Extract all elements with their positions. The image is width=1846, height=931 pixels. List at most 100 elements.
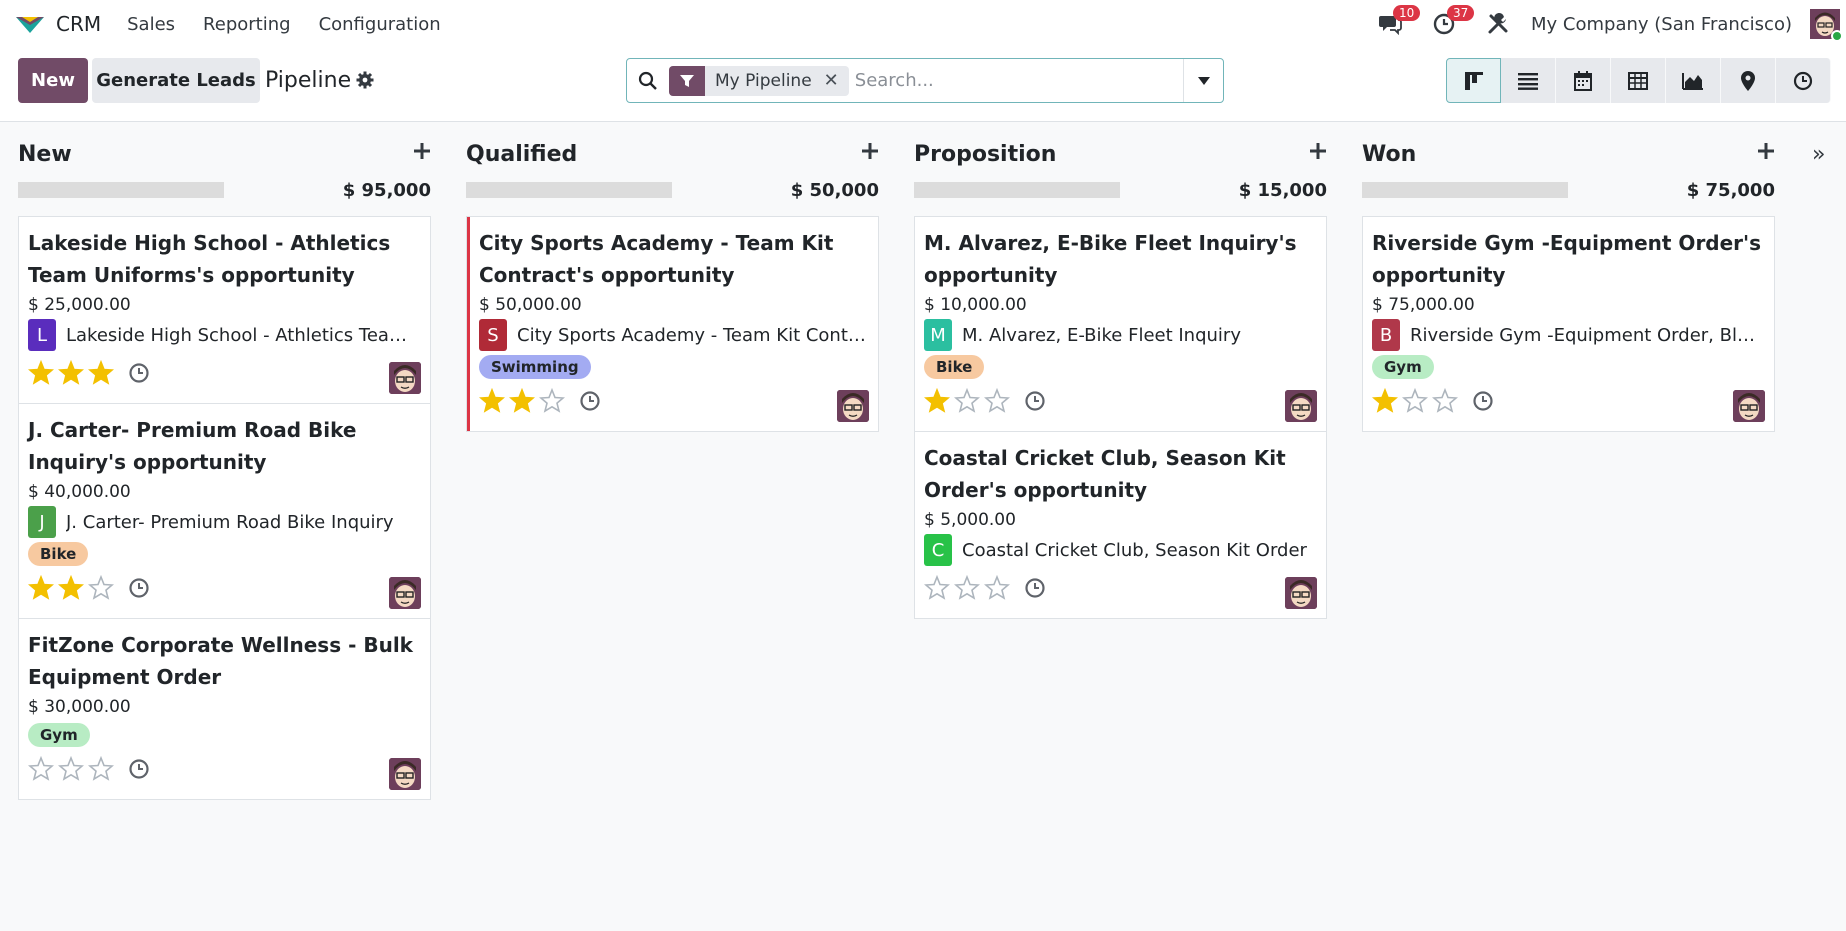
crm-logo-icon[interactable] bbox=[14, 13, 46, 35]
priority-star-icon[interactable] bbox=[984, 388, 1010, 414]
caret-down-icon bbox=[1197, 76, 1210, 85]
salesperson-avatar[interactable] bbox=[1285, 577, 1317, 609]
priority-star-icon[interactable] bbox=[924, 575, 950, 601]
close-icon[interactable]: ✕ bbox=[824, 70, 849, 91]
partner-name: M. Alvarez, E-Bike Fleet Inquiry bbox=[962, 324, 1241, 346]
priority-star-icon[interactable] bbox=[539, 388, 565, 414]
priority-star-icon[interactable] bbox=[1372, 388, 1398, 414]
kanban-view-button[interactable] bbox=[1446, 58, 1501, 103]
add-card-icon[interactable] bbox=[1309, 142, 1327, 160]
activity-view-button[interactable] bbox=[1776, 58, 1831, 103]
column-total: $ 75,000 bbox=[1686, 180, 1775, 201]
column-header: Proposition $ 15,000 bbox=[914, 122, 1327, 201]
column-progress-bar[interactable] bbox=[1362, 182, 1568, 198]
search-options-toggle[interactable] bbox=[1183, 59, 1223, 102]
salesperson-avatar-icon bbox=[389, 577, 421, 609]
column-progress-bar[interactable] bbox=[914, 182, 1120, 198]
search-icon[interactable] bbox=[627, 71, 669, 91]
page-title: Pipeline bbox=[265, 68, 352, 93]
priority-star-icon[interactable] bbox=[984, 575, 1010, 601]
priority-star-icon[interactable] bbox=[924, 388, 950, 414]
priority-star-icon[interactable] bbox=[1432, 388, 1458, 414]
opportunity-card[interactable]: Lakeside High School - Athletics Team Un… bbox=[19, 217, 430, 404]
activity-clock-icon[interactable] bbox=[128, 577, 150, 599]
column-total: $ 50,000 bbox=[790, 180, 879, 201]
opportunity-card[interactable]: Coastal Cricket Club, Season Kit Order's… bbox=[915, 432, 1326, 618]
priority-star-icon[interactable] bbox=[88, 360, 114, 386]
card-title: Lakeside High School - Athletics Team Un… bbox=[28, 231, 391, 287]
activities-badge: 37 bbox=[1447, 5, 1475, 21]
column-title[interactable]: Won bbox=[1362, 142, 1416, 167]
column-progress-bar[interactable] bbox=[18, 182, 224, 198]
priority-star-icon[interactable] bbox=[479, 388, 505, 414]
menu-sales[interactable]: Sales bbox=[127, 14, 175, 35]
activities-button[interactable]: 37 bbox=[1429, 5, 1475, 39]
card-amount: $ 50,000.00 bbox=[479, 295, 582, 315]
opportunity-card[interactable]: M. Alvarez, E-Bike Fleet Inquiry's oppor… bbox=[915, 217, 1326, 432]
card-amount: $ 25,000.00 bbox=[28, 295, 131, 315]
priority-star-icon[interactable] bbox=[28, 756, 54, 782]
activity-clock-icon[interactable] bbox=[1024, 577, 1046, 599]
priority-star-icon[interactable] bbox=[58, 756, 84, 782]
menu-configuration[interactable]: Configuration bbox=[319, 14, 441, 35]
priority-star-icon[interactable] bbox=[58, 575, 84, 601]
partner-row: J J. Carter- Premium Road Bike Inquiry bbox=[28, 506, 421, 538]
priority-star-icon[interactable] bbox=[88, 756, 114, 782]
messages-button[interactable]: 10 bbox=[1375, 5, 1421, 39]
activity-clock-icon[interactable] bbox=[128, 362, 150, 384]
salesperson-avatar[interactable] bbox=[389, 362, 421, 394]
add-card-icon[interactable] bbox=[861, 142, 879, 160]
search-input[interactable] bbox=[854, 65, 1183, 96]
card-footer bbox=[924, 568, 1317, 608]
debug-tools-button[interactable] bbox=[1483, 9, 1513, 39]
priority-star-icon[interactable] bbox=[28, 360, 54, 386]
map-view-button[interactable] bbox=[1721, 58, 1776, 103]
tag-badge: Gym bbox=[28, 723, 90, 747]
pivot-view-button[interactable] bbox=[1611, 58, 1666, 103]
generate-leads-button[interactable]: Generate Leads bbox=[92, 58, 260, 103]
activity-clock-icon[interactable] bbox=[1472, 390, 1494, 412]
salesperson-avatar-icon bbox=[1285, 577, 1317, 609]
salesperson-avatar[interactable] bbox=[389, 758, 421, 790]
list-view-button[interactable] bbox=[1501, 58, 1556, 103]
activity-clock-icon[interactable] bbox=[1024, 390, 1046, 412]
activity-clock-icon[interactable] bbox=[579, 390, 601, 412]
column-title[interactable]: Qualified bbox=[466, 142, 577, 167]
priority-star-icon[interactable] bbox=[954, 575, 980, 601]
salesperson-avatar[interactable] bbox=[837, 390, 869, 422]
column-title[interactable]: Proposition bbox=[914, 142, 1056, 167]
priority-star-icon[interactable] bbox=[58, 360, 84, 386]
calendar-view-button[interactable] bbox=[1556, 58, 1611, 103]
partner-avatar: L bbox=[28, 319, 56, 351]
priority-star-icon[interactable] bbox=[509, 388, 535, 414]
add-card-icon[interactable] bbox=[1757, 142, 1775, 160]
online-status-dot bbox=[1831, 30, 1843, 42]
new-button[interactable]: New bbox=[18, 58, 88, 103]
partner-avatar: S bbox=[479, 319, 507, 351]
salesperson-avatar[interactable] bbox=[389, 577, 421, 609]
gear-icon[interactable] bbox=[356, 71, 374, 89]
partner-name: J. Carter- Premium Road Bike Inquiry bbox=[66, 511, 394, 533]
salesperson-avatar[interactable] bbox=[1285, 390, 1317, 422]
app-name[interactable]: CRM bbox=[56, 12, 101, 36]
user-avatar[interactable] bbox=[1810, 9, 1843, 42]
add-card-icon[interactable] bbox=[413, 142, 431, 160]
priority-star-icon[interactable] bbox=[1402, 388, 1428, 414]
column-title[interactable]: New bbox=[18, 142, 72, 167]
opportunity-card[interactable]: Riverside Gym -Equipment Order's opportu… bbox=[1363, 217, 1774, 431]
priority-star-icon[interactable] bbox=[88, 575, 114, 601]
card-list: M. Alvarez, E-Bike Fleet Inquiry's oppor… bbox=[914, 216, 1327, 619]
activity-clock-icon[interactable] bbox=[128, 758, 150, 780]
opportunity-card[interactable]: J. Carter- Premium Road Bike Inquiry's o… bbox=[19, 404, 430, 619]
company-switcher[interactable]: My Company (San Francisco) bbox=[1531, 14, 1792, 35]
opportunity-card[interactable]: FitZone Corporate Wellness - Bulk Equipm… bbox=[19, 619, 430, 799]
opportunity-card[interactable]: City Sports Academy - Team Kit Contract'… bbox=[467, 217, 878, 431]
card-title: M. Alvarez, E-Bike Fleet Inquiry's oppor… bbox=[924, 231, 1297, 287]
graph-view-button[interactable] bbox=[1666, 58, 1721, 103]
menu-reporting[interactable]: Reporting bbox=[203, 14, 291, 35]
column-progress-bar[interactable] bbox=[466, 182, 672, 198]
fold-columns-icon[interactable]: » bbox=[1812, 142, 1825, 167]
salesperson-avatar[interactable] bbox=[1733, 390, 1765, 422]
priority-star-icon[interactable] bbox=[28, 575, 54, 601]
priority-star-icon[interactable] bbox=[954, 388, 980, 414]
